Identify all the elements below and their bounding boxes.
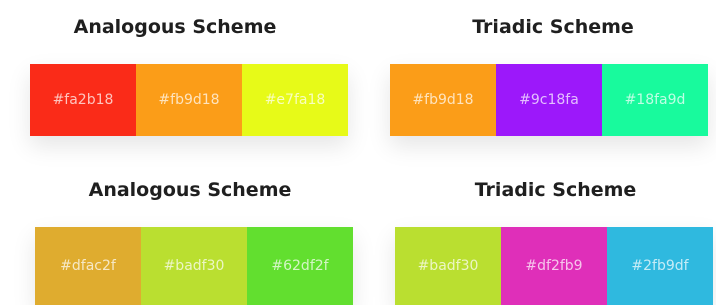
- color-swatch: #fb9d18: [136, 64, 242, 136]
- color-swatch: #badf30: [141, 227, 247, 305]
- panel-title: Triadic Scheme: [474, 179, 637, 201]
- panel-title: Analogous Scheme: [73, 16, 277, 38]
- analogous-scheme-panel-top: Analogous Scheme #fa2b18 #fb9d18 #e7fa18: [0, 0, 350, 150]
- analogous-scheme-panel-bottom: Analogous Scheme #dfac2f #badf30 #62df2f: [0, 165, 380, 305]
- swatch-row: #fb9d18 #9c18fa #18fa9d: [390, 64, 708, 136]
- panel-title: Analogous Scheme: [88, 179, 292, 201]
- color-swatch: #dfac2f: [35, 227, 141, 305]
- color-swatch: #e7fa18: [242, 64, 348, 136]
- color-swatch: #2fb9df: [607, 227, 713, 305]
- color-swatch: #df2fb9: [501, 227, 607, 305]
- color-swatch: #9c18fa: [496, 64, 602, 136]
- color-swatch: #62df2f: [247, 227, 353, 305]
- swatch-row: #dfac2f #badf30 #62df2f: [35, 227, 353, 305]
- triadic-scheme-panel-bottom: Triadic Scheme #badf30 #df2fb9 #2fb9df: [395, 165, 716, 305]
- swatch-row: #badf30 #df2fb9 #2fb9df: [395, 227, 713, 305]
- swatch-row: #fa2b18 #fb9d18 #e7fa18: [30, 64, 348, 136]
- panel-title: Triadic Scheme: [472, 16, 634, 38]
- color-swatch: #badf30: [395, 227, 501, 305]
- color-swatch: #18fa9d: [602, 64, 708, 136]
- triadic-scheme-panel-top: Triadic Scheme #fb9d18 #9c18fa #18fa9d: [390, 0, 716, 150]
- color-swatch: #fb9d18: [390, 64, 496, 136]
- color-swatch: #fa2b18: [30, 64, 136, 136]
